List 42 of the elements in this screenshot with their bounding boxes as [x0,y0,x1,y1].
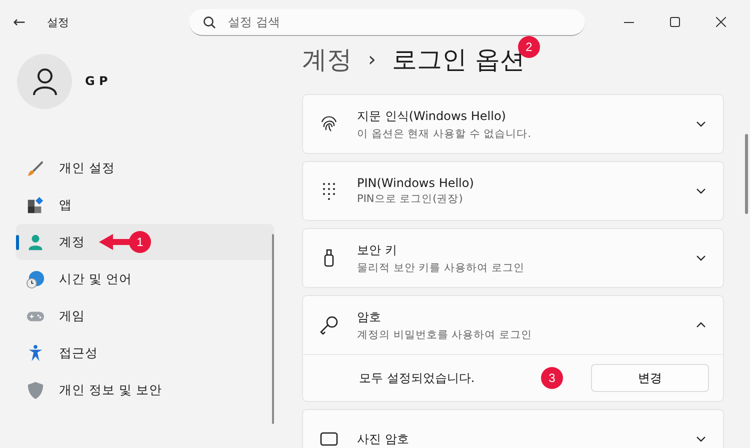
option-title: 보안 키 [357,242,398,258]
option-header[interactable]: 사진 암호 [303,410,723,448]
sidebar-item[interactable]: 게임 [16,298,274,334]
option-title: 지문 인식(Windows Hello) [357,108,507,124]
accessibility-icon [26,344,45,362]
close-icon[interactable] [716,17,726,27]
apps-icon [26,196,45,214]
person-icon [26,232,45,252]
back-button[interactable]: ← [13,13,29,31]
search-field[interactable]: 설정 검색 [189,8,585,36]
option-subtitle: 계정의 비밀번호를 사용하여 로그인 [357,328,534,342]
globe-clock-icon [26,270,45,288]
option-subtitle: 이 옵션은 현재 사용할 수 없습니다. [357,126,532,140]
user-name: G P [85,74,108,90]
option-header[interactable]: 지문 인식(Windows Hello) 이 옵션은 현재 사용할 수 없습니다. [303,95,723,153]
key-icon [319,315,339,335]
change-button[interactable]: 변경 [591,364,709,392]
option-header[interactable]: 암호 계정의 비밀번호를 사용하여 로그인 [303,296,723,354]
step-badge: 1 [129,231,151,253]
breadcrumb-separator: › [368,47,376,71]
option-header[interactable]: PIN(Windows Hello) PIN으로 로그인(권장) [303,162,723,220]
fingerprint-icon [319,114,339,134]
window-title: 설정 [47,14,70,30]
option-subtitle: PIN으로 로그인(권장) [357,192,464,206]
sidebar-item[interactable]: 계정 1 [16,224,274,260]
step-badge: 3 [541,367,563,389]
sidebar-item[interactable]: 개인 정보 및 보안 [16,372,274,408]
option-header[interactable]: 보안 키 물리적 보안 키를 사용하여 로그인 [303,229,723,287]
search-icon [203,16,216,28]
option-title: PIN(Windows Hello) [357,176,475,190]
sidebar-item[interactable]: 앱 [16,187,274,223]
option-title: 사진 암호 [357,430,410,448]
option-subtitle: 물리적 보안 키를 사용하여 로그인 [357,260,526,274]
status-text: 모두 설정되었습니다. [359,370,475,386]
option-title: 암호 [357,308,382,326]
breadcrumb-parent[interactable]: 계정 [302,42,352,76]
shield-icon [26,380,45,400]
sidebar-item[interactable]: 시간 및 언어 [16,261,274,297]
maximize-icon[interactable] [670,17,680,27]
brush-icon [26,158,45,178]
sidebar-item[interactable]: 개인 설정 [16,150,274,186]
sidebar-item[interactable]: 접근성 [16,335,274,371]
